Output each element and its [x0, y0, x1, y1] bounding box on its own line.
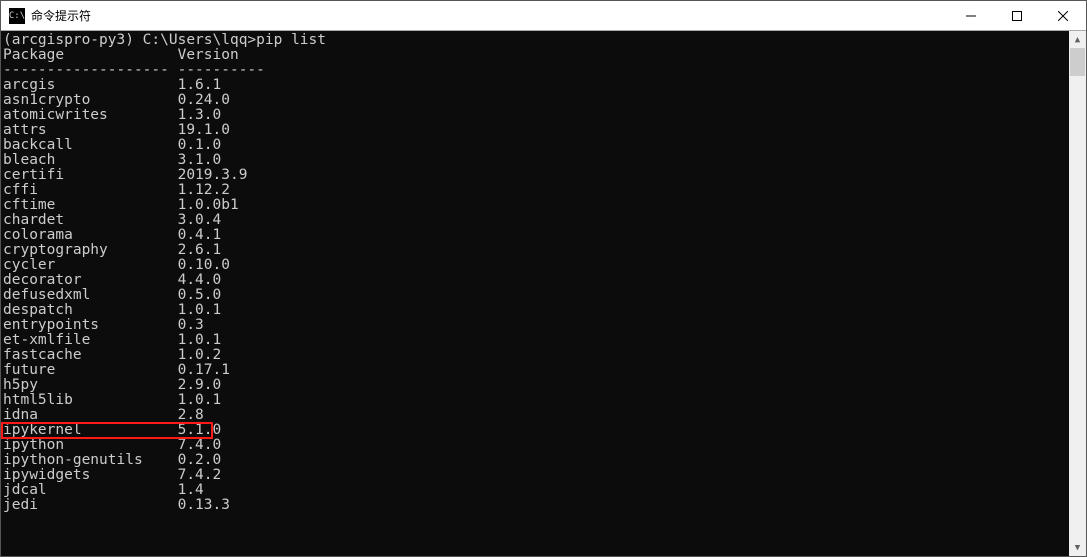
package-row: cftime 1.0.0b1	[3, 198, 1069, 213]
package-row: arcgis 1.6.1	[3, 78, 1069, 93]
scroll-down-arrow[interactable]: ▼	[1069, 539, 1086, 556]
maximize-button[interactable]	[994, 1, 1040, 31]
separator-row: ------------------- ----------	[3, 63, 1069, 78]
cmd-icon: C:\	[9, 8, 25, 24]
package-row: jedi 0.13.3	[3, 498, 1069, 513]
package-row: backcall 0.1.0	[3, 138, 1069, 153]
scroll-up-arrow[interactable]: ▲	[1069, 31, 1086, 48]
package-row: cycler 0.10.0	[3, 258, 1069, 273]
package-row: attrs 19.1.0	[3, 123, 1069, 138]
close-button[interactable]	[1040, 1, 1086, 31]
minimize-button[interactable]	[948, 1, 994, 31]
client-area: (arcgispro-py3) C:\Users\lqq>pip listPac…	[1, 31, 1086, 556]
console-output[interactable]: (arcgispro-py3) C:\Users\lqq>pip listPac…	[1, 31, 1069, 556]
package-row: certifi 2019.3.9	[3, 168, 1069, 183]
scroll-thumb[interactable]	[1070, 48, 1085, 76]
package-row: ipython-genutils 0.2.0	[3, 453, 1069, 468]
package-row: et-xmlfile 1.0.1	[3, 333, 1069, 348]
prompt-line: (arcgispro-py3) C:\Users\lqq>pip list	[3, 33, 1069, 48]
package-row: ipykernel 5.1.0	[3, 423, 1069, 438]
package-row: asn1crypto 0.24.0	[3, 93, 1069, 108]
package-row: fastcache 1.0.2	[3, 348, 1069, 363]
titlebar[interactable]: C:\ 命令提示符	[1, 1, 1086, 31]
package-row: jdcal 1.4	[3, 483, 1069, 498]
package-row: cffi 1.12.2	[3, 183, 1069, 198]
window-title: 命令提示符	[31, 7, 91, 24]
package-row: h5py 2.9.0	[3, 378, 1069, 393]
package-row: despatch 1.0.1	[3, 303, 1069, 318]
vertical-scrollbar[interactable]: ▲ ▼	[1069, 31, 1086, 556]
package-row: cryptography 2.6.1	[3, 243, 1069, 258]
package-row: future 0.17.1	[3, 363, 1069, 378]
package-row: html5lib 1.0.1	[3, 393, 1069, 408]
package-row: ipython 7.4.0	[3, 438, 1069, 453]
package-row: chardet 3.0.4	[3, 213, 1069, 228]
package-row: decorator 4.4.0	[3, 273, 1069, 288]
package-row: colorama 0.4.1	[3, 228, 1069, 243]
package-row: ipywidgets 7.4.2	[3, 468, 1069, 483]
package-row: atomicwrites 1.3.0	[3, 108, 1069, 123]
package-row: idna 2.8	[3, 408, 1069, 423]
header-row: Package Version	[3, 48, 1069, 63]
package-row: entrypoints 0.3	[3, 318, 1069, 333]
package-row: defusedxml 0.5.0	[3, 288, 1069, 303]
package-row: bleach 3.1.0	[3, 153, 1069, 168]
cmd-window: C:\ 命令提示符 (arcgispro-py3) C:\Users\lqq>p…	[0, 0, 1087, 557]
